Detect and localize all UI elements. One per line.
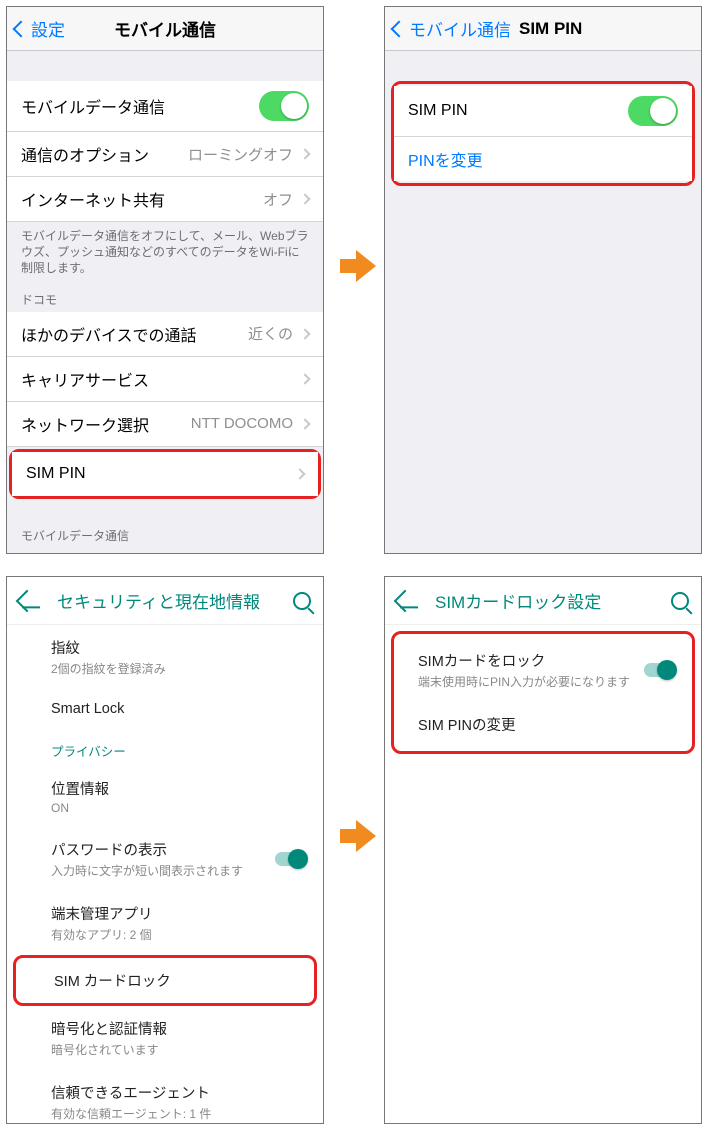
lock-sim-row[interactable]: SIMカードをロック 端末使用時にPIN入力が必要になります bbox=[394, 638, 692, 702]
hotspot-row[interactable]: インターネット共有 オフ bbox=[7, 177, 323, 222]
chevron-right-icon bbox=[294, 468, 305, 479]
android-header: セキュリティと現在地情報 bbox=[7, 577, 323, 625]
page-title: セキュリティと現在地情報 bbox=[57, 588, 293, 613]
row-label: モバイルデータ通信 bbox=[21, 94, 165, 118]
ios-header: 設定 モバイル通信 bbox=[7, 7, 323, 51]
search-icon[interactable] bbox=[671, 592, 689, 610]
row-value: オフ bbox=[263, 189, 293, 210]
android-header: SIMカードロック設定 bbox=[385, 577, 701, 625]
location-row[interactable]: 位置情報 ON bbox=[7, 766, 323, 827]
toggle-on-icon[interactable] bbox=[275, 852, 305, 866]
back-button[interactable]: モバイル通信 bbox=[385, 16, 511, 41]
row-label: 位置情報 bbox=[51, 778, 305, 799]
highlight-box: SIM カードロック bbox=[13, 955, 317, 1006]
row-label: 暗号化と認証情報 bbox=[51, 1018, 305, 1039]
encryption-row[interactable]: 暗号化と認証情報 暗号化されています bbox=[7, 1006, 323, 1070]
row-value: ローミングオフ bbox=[188, 144, 293, 165]
row-value: 近くの bbox=[248, 323, 293, 344]
row-label: Smart Lock bbox=[51, 701, 305, 717]
arrow-right-icon bbox=[340, 820, 376, 852]
row-sub: 暗号化されています bbox=[51, 1041, 305, 1058]
sim-pin-toggle-row[interactable]: SIM PIN bbox=[394, 86, 692, 137]
page-title: SIMカードロック設定 bbox=[435, 588, 671, 613]
search-icon[interactable] bbox=[293, 592, 311, 610]
back-button[interactable] bbox=[19, 593, 35, 609]
highlight-box: SIM PIN bbox=[9, 449, 321, 499]
row-value: NTT DOCOMO bbox=[191, 415, 293, 432]
smart-lock-row[interactable]: Smart Lock bbox=[7, 689, 323, 729]
back-button[interactable]: 設定 bbox=[7, 16, 65, 41]
row-label: SIM PIN bbox=[26, 465, 86, 483]
group-label-bottom: モバイルデータ通信 bbox=[7, 521, 323, 548]
row-label: ほかのデバイスでの通話 bbox=[21, 322, 197, 346]
chevron-right-icon bbox=[299, 328, 310, 339]
chevron-left-icon bbox=[13, 20, 30, 37]
back-button[interactable] bbox=[397, 593, 413, 609]
arrow-left-icon bbox=[394, 589, 417, 612]
ios-simpin-panel: モバイル通信 SIM PIN SIM PIN PINを変更 bbox=[384, 6, 702, 554]
show-password-row[interactable]: パスワードの表示 入力時に文字が短い間表示されます bbox=[7, 827, 323, 891]
highlight-box: SIMカードをロック 端末使用時にPIN入力が必要になります SIM PINの変… bbox=[391, 631, 695, 754]
chevron-right-icon bbox=[299, 148, 310, 159]
row-label: PINを変更 bbox=[408, 147, 483, 171]
row-sub: 2個の指紋を登録済み bbox=[51, 660, 305, 677]
chevron-right-icon bbox=[299, 373, 310, 384]
row-sub: ON bbox=[51, 801, 305, 815]
row-label: キャリアサービス bbox=[21, 367, 149, 391]
trust-agent-row[interactable]: 信頼できるエージェント 有効な信頼エージェント: 1 件 bbox=[7, 1070, 323, 1124]
options-row[interactable]: 通信のオプション ローミングオフ bbox=[7, 132, 323, 177]
toggle-on-icon[interactable] bbox=[628, 96, 678, 126]
android-security-panel: セキュリティと現在地情報 指紋 2個の指紋を登録済み Smart Lock プラ… bbox=[6, 576, 324, 1124]
row-sub: 端末使用時にPIN入力が必要になります bbox=[418, 673, 674, 690]
row-label: インターネット共有 bbox=[21, 187, 165, 211]
sim-pin-row[interactable]: SIM PIN bbox=[12, 452, 318, 496]
row-label: 信頼できるエージェント bbox=[51, 1082, 305, 1103]
toggle-on-icon[interactable] bbox=[644, 663, 674, 677]
toggle-on-icon[interactable] bbox=[259, 91, 309, 121]
chevron-right-icon bbox=[299, 418, 310, 429]
back-label: 設定 bbox=[31, 16, 65, 41]
row-sub: 入力時に文字が短い間表示されます bbox=[51, 862, 305, 879]
row-label: SIM カードロック bbox=[54, 970, 296, 991]
row-label: ネットワーク選択 bbox=[21, 412, 149, 436]
android-simlock-panel: SIMカードロック設定 SIMカードをロック 端末使用時にPIN入力が必要になり… bbox=[384, 576, 702, 1124]
fingerprint-row[interactable]: 指紋 2個の指紋を登録済み bbox=[7, 625, 323, 689]
row-label: SIM PIN bbox=[408, 102, 468, 120]
back-label: モバイル通信 bbox=[409, 16, 511, 41]
change-sim-pin-row[interactable]: SIM PINの変更 bbox=[394, 702, 692, 747]
row-label: 指紋 bbox=[51, 637, 305, 658]
change-pin-row[interactable]: PINを変更 bbox=[394, 137, 692, 181]
row-label: SIMカードをロック bbox=[418, 650, 674, 671]
arrow-left-icon bbox=[16, 589, 39, 612]
chevron-right-icon bbox=[299, 193, 310, 204]
row-label: SIM PINの変更 bbox=[418, 714, 674, 735]
carrier-services-row[interactable]: キャリアサービス bbox=[7, 357, 323, 402]
mobile-data-row[interactable]: モバイルデータ通信 bbox=[7, 81, 323, 132]
ios-header: モバイル通信 SIM PIN bbox=[385, 7, 701, 51]
arrow-right-icon bbox=[340, 250, 376, 282]
group-label-carrier: ドコモ bbox=[7, 285, 323, 312]
ios-mobile-panel: 設定 モバイル通信 モバイルデータ通信 通信のオプション ローミングオフ インタ… bbox=[6, 6, 324, 554]
sim-card-lock-row[interactable]: SIM カードロック bbox=[16, 958, 314, 1003]
device-admin-row[interactable]: 端末管理アプリ 有効なアプリ: 2 個 bbox=[7, 891, 323, 955]
chevron-left-icon bbox=[391, 20, 408, 37]
row-label: パスワードの表示 bbox=[51, 839, 305, 860]
footer-text: モバイルデータ通信をオフにして、メール、Webブラウズ、プッシュ通知などのすべて… bbox=[7, 222, 323, 285]
section-privacy: プライバシー bbox=[7, 729, 323, 766]
row-label: 通信のオプション bbox=[21, 142, 149, 166]
highlight-box: SIM PIN PINを変更 bbox=[391, 81, 695, 186]
row-label: 端末管理アプリ bbox=[51, 903, 305, 924]
other-calls-row[interactable]: ほかのデバイスでの通話 近くの bbox=[7, 312, 323, 357]
row-sub: 有効な信頼エージェント: 1 件 bbox=[51, 1105, 305, 1122]
network-row[interactable]: ネットワーク選択 NTT DOCOMO bbox=[7, 402, 323, 447]
row-sub: 有効なアプリ: 2 個 bbox=[51, 926, 305, 943]
